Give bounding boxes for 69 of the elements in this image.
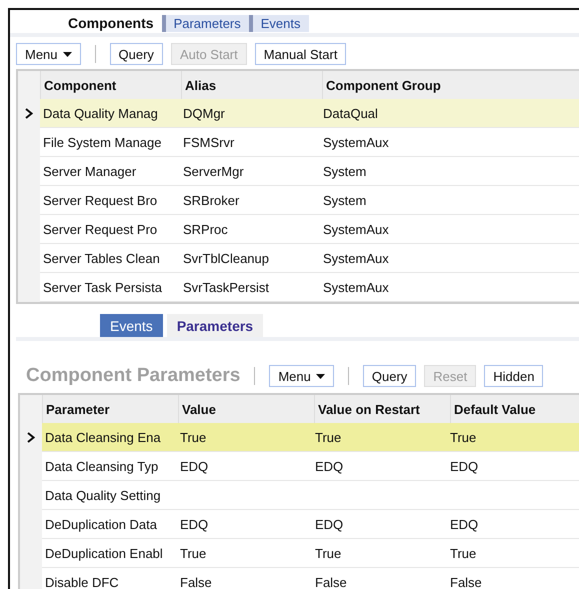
header-corner — [18, 71, 40, 99]
table-cell: Data Cleansing Ena — [45, 430, 161, 444]
menu-button[interactable]: Menu — [16, 43, 81, 65]
tab[interactable]: Components — [60, 14, 162, 32]
caret-icon — [316, 374, 325, 378]
table-cell: Data Quality Setting — [45, 488, 161, 502]
panel-title: Component Parameters — [26, 365, 240, 387]
table-cell: Server Request Pro — [43, 222, 158, 236]
table-cell: SvrTblCleanup — [183, 250, 269, 266]
table-cell: True — [180, 430, 206, 444]
table-cell: Server Manager — [43, 164, 136, 178]
table-cell: False — [450, 574, 482, 589]
table-cell: DeDuplication Enabl — [45, 546, 163, 560]
table-cell: EDQ — [450, 516, 478, 532]
header-corner — [20, 395, 42, 423]
table-cell: False — [315, 574, 347, 589]
table-cell: Disable DFC — [45, 574, 119, 589]
menu-button[interactable]: Menu — [269, 365, 334, 387]
table-cell: EDQ — [450, 458, 478, 474]
table-row[interactable]: Data Cleansing Ena True True True — [42, 423, 579, 452]
table-cell: DataQual — [323, 106, 378, 120]
table-cell: True — [180, 546, 206, 560]
table-cell: EDQ — [315, 516, 344, 532]
table-cell: ServerMgr — [183, 164, 244, 178]
column-header: Parameter — [42, 395, 178, 423]
column-header: Value — [178, 395, 314, 423]
table-cell: SRProc — [183, 222, 228, 236]
table-cell: Server Task Persista — [43, 280, 162, 294]
current-row-icon — [27, 432, 35, 443]
tab[interactable]: Events — [248, 14, 309, 32]
column-header: Alias — [181, 71, 322, 99]
tab[interactable]: Parameters — [162, 14, 249, 32]
table-cell: EDQ — [180, 516, 208, 532]
table-cell: SystemAux — [323, 134, 389, 150]
current-row-icon — [25, 108, 33, 119]
table-cell: True — [450, 546, 476, 560]
table-cell: SvrTaskPersist — [183, 280, 269, 294]
table-cell: SystemAux — [323, 250, 389, 266]
table-cell: True — [315, 430, 342, 444]
table-row[interactable]: Data Quality Manag DQMgr DataQual — [40, 99, 579, 128]
table-cell: SRBroker — [183, 192, 240, 208]
table-cell: Server Request Bro — [43, 192, 158, 208]
tab[interactable]: Events — [100, 314, 163, 337]
table-cell: EDQ — [315, 458, 344, 474]
table-cell: Server Tables Clean — [43, 250, 160, 266]
table-cell: DQMgr — [183, 106, 225, 120]
table-cell: System — [323, 192, 366, 208]
table-cell: True — [450, 430, 476, 444]
caret-icon — [62, 52, 72, 56]
table-cell: True — [315, 546, 342, 560]
table-cell: Data Quality Manag — [43, 106, 158, 120]
table-cell: EDQ — [180, 458, 208, 474]
toolbar-button[interactable]: Hidden — [484, 365, 544, 387]
table-cell: FSMSrvr — [183, 134, 234, 150]
table-cell: File System Manage — [43, 134, 162, 150]
toolbar-button[interactable]: Query — [110, 43, 163, 65]
column-header: Default Value — [450, 395, 579, 423]
column-header: Component — [40, 71, 181, 99]
column-header: Component Group — [322, 71, 579, 99]
table-cell: System — [323, 164, 366, 178]
toolbar-button[interactable]: Manual Start — [254, 43, 346, 65]
table-cell: DeDuplication Data — [45, 516, 158, 532]
tab[interactable]: Parameters — [166, 314, 264, 337]
table-cell: SystemAux — [323, 222, 389, 236]
table-cell: Data Cleansing Typ — [45, 458, 158, 474]
toolbar-button[interactable]: Query — [362, 365, 416, 387]
table-cell: False — [180, 574, 212, 589]
column-header: Value on Restart — [314, 395, 450, 423]
table-cell: SystemAux — [323, 280, 389, 294]
